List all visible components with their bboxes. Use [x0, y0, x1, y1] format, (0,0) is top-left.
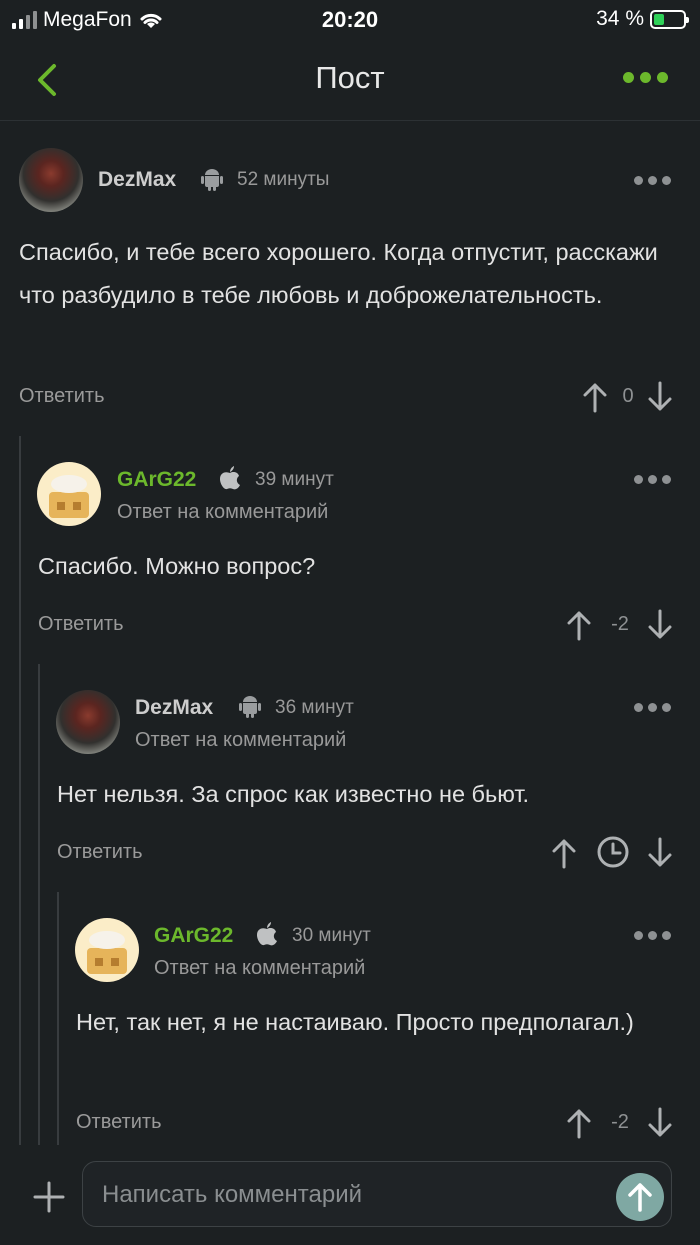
reply-to-label[interactable]: Ответ на комментарий: [154, 957, 365, 980]
username[interactable]: GArG22: [117, 468, 196, 492]
add-attachment-icon[interactable]: [32, 1180, 66, 1214]
battery-percent: 34 %: [596, 7, 644, 30]
avatar[interactable]: [19, 148, 83, 212]
reply-to-label[interactable]: Ответ на комментарий: [135, 729, 346, 752]
upvote-icon[interactable]: [582, 381, 608, 413]
reply-button[interactable]: Ответить: [19, 385, 105, 408]
comment-menu-icon[interactable]: [634, 703, 671, 712]
nav-bar: Пост: [0, 40, 700, 121]
upvote-icon[interactable]: [566, 609, 592, 641]
comment-time: 36 минут: [275, 697, 354, 718]
android-icon: [201, 169, 223, 191]
comment-time: 52 минуты: [237, 169, 330, 190]
comment-text: Нет нельзя. За спрос как известно не бью…: [57, 781, 530, 807]
comment-text: Спасибо. Можно вопрос?: [38, 553, 316, 579]
apple-icon: [257, 922, 277, 946]
avatar[interactable]: [56, 690, 120, 754]
avatar[interactable]: [37, 462, 101, 526]
downvote-icon[interactable]: [647, 609, 673, 641]
downvote-icon[interactable]: [647, 1107, 673, 1139]
comment-score: 0: [622, 385, 634, 407]
reply-button[interactable]: Ответить: [76, 1111, 162, 1134]
comment-time: 30 минут: [292, 925, 371, 946]
comment-menu-icon[interactable]: [634, 176, 671, 185]
more-options-icon[interactable]: [623, 72, 668, 83]
comment-time: 39 минут: [255, 469, 334, 490]
arrow-up-icon: [628, 1183, 652, 1212]
status-bar: MegaFon 20:20 34 %: [0, 0, 700, 40]
username[interactable]: GArG22: [154, 924, 233, 948]
android-icon: [239, 696, 261, 718]
username[interactable]: DezMax: [98, 168, 176, 192]
comment-text: Спасибо, и тебе всего хорошего. Когда от…: [19, 239, 658, 308]
username[interactable]: DezMax: [135, 696, 213, 720]
battery-icon: [650, 9, 689, 29]
upvote-icon[interactable]: [566, 1107, 592, 1139]
avatar[interactable]: [75, 918, 139, 982]
thread-line: [38, 664, 40, 1145]
clock: 20:20: [321, 7, 379, 32]
apple-icon: [220, 466, 240, 490]
comment-input-placeholder: Написать комментарий: [102, 1181, 363, 1208]
page-title: Пост: [315, 60, 385, 95]
reply-button[interactable]: Ответить: [57, 841, 143, 864]
comment-menu-icon[interactable]: [634, 931, 671, 940]
send-button[interactable]: [616, 1173, 664, 1221]
comment-score: -2: [611, 1111, 629, 1133]
comment-text: Нет, так нет, я не настаиваю. Просто пре…: [76, 1009, 634, 1035]
reply-button[interactable]: Ответить: [38, 613, 124, 636]
downvote-icon[interactable]: [647, 837, 673, 869]
downvote-icon[interactable]: [647, 381, 673, 413]
clock-icon: [597, 836, 629, 868]
reply-to-label[interactable]: Ответ на комментарий: [117, 501, 328, 524]
upvote-icon[interactable]: [551, 837, 577, 869]
thread-line: [57, 892, 59, 1145]
thread-line: [19, 436, 21, 1145]
comment-score: -2: [611, 613, 629, 635]
comment-menu-icon[interactable]: [634, 475, 671, 484]
